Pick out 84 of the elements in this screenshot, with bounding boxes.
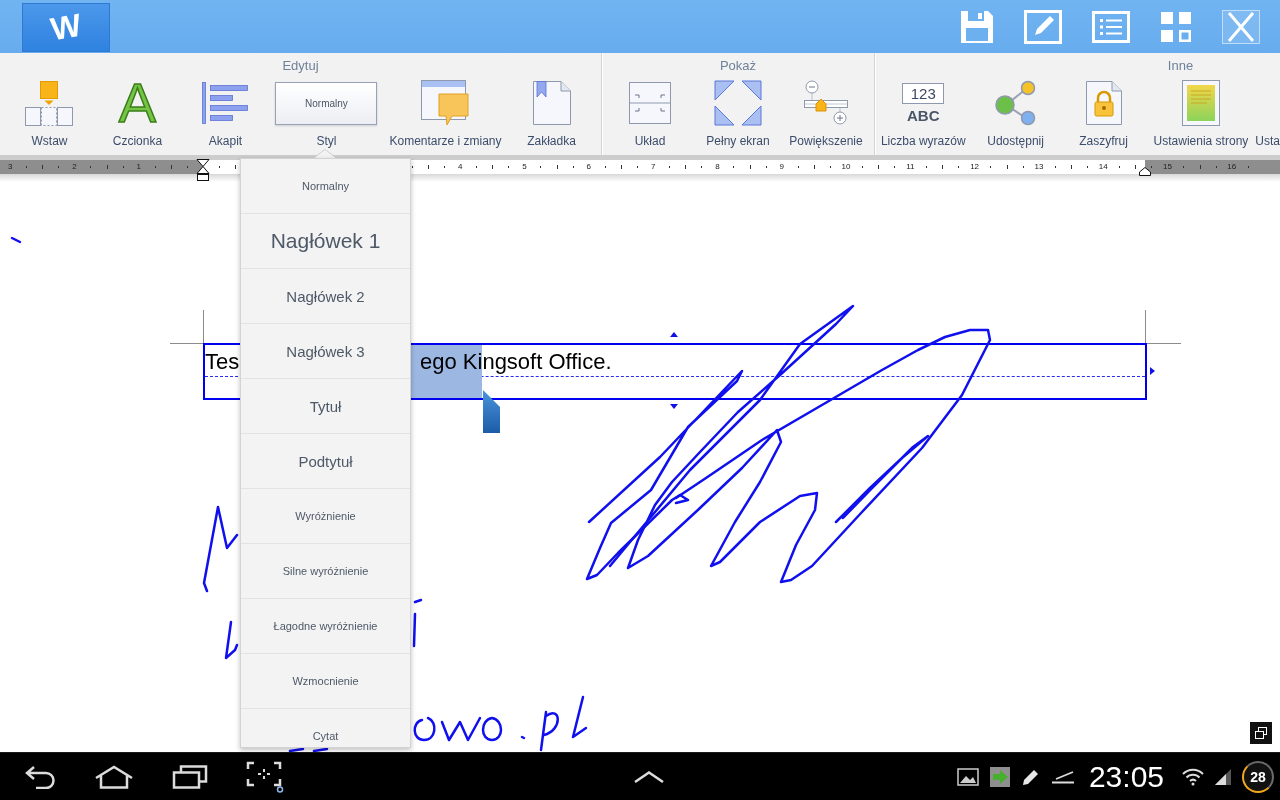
encrypt-button[interactable]: Zaszyfruj — [1065, 79, 1142, 148]
indent-marker-icon[interactable] — [196, 159, 210, 181]
layout-button[interactable]: Układ — [612, 79, 688, 148]
share-icon — [993, 80, 1038, 126]
download-icon — [988, 765, 1011, 788]
style-preview: Normalny — [275, 81, 378, 125]
insert-icon — [25, 80, 74, 126]
ruler-number: 13 — [1034, 162, 1044, 172]
style-option[interactable]: Nagłówek 2 — [241, 269, 410, 324]
battery-indicator: 28 — [1242, 760, 1274, 793]
group-title: Pokaż — [719, 58, 757, 74]
ruler-number: 1 — [136, 162, 141, 172]
writing-line-icon — [1050, 769, 1075, 784]
ruler-number: 2 — [72, 162, 77, 172]
paragraph-icon — [202, 82, 249, 124]
share-button[interactable]: Udostępnij — [977, 79, 1054, 148]
image-icon — [956, 767, 979, 786]
ruler-number: 15 — [1163, 162, 1172, 172]
digits-box: 123 — [902, 82, 945, 104]
style-option[interactable]: Wyróżnienie — [241, 489, 410, 544]
bookmark-button[interactable]: Zakładka — [513, 79, 590, 148]
ruler-number: 3 — [7, 162, 13, 172]
ruler-number: 14 — [1098, 162, 1108, 172]
style-option[interactable]: Silne wyróżnienie — [241, 544, 410, 599]
style-option[interactable]: Łagodne wyróżnienie — [241, 599, 410, 654]
recents-icon[interactable] — [172, 764, 208, 789]
resize-handle-icon[interactable] — [670, 404, 678, 409]
group-title: Inne — [1167, 58, 1194, 74]
style-button[interactable]: Normalny Styl — [275, 79, 378, 148]
style-option[interactable]: Nagłówek 3 — [241, 324, 410, 379]
ruler-number: 12 — [970, 162, 980, 172]
screenshot-icon[interactable] — [246, 760, 284, 793]
style-option[interactable]: Normalny — [241, 159, 410, 214]
home-icon[interactable] — [94, 764, 134, 789]
style-option[interactable]: Tytuł — [241, 379, 410, 434]
word-count-button[interactable]: 123 ABC Liczba wyrazów — [880, 79, 966, 148]
style-option[interactable]: Wzmocnienie — [241, 654, 410, 709]
resize-handle-icon[interactable] — [670, 332, 678, 337]
ruler-number: 8 — [715, 162, 720, 172]
text-run: Tes — [205, 348, 240, 376]
ruler-number: 6 — [586, 162, 592, 172]
chevron-up-icon[interactable] — [634, 770, 664, 783]
group-title: Edytuj — [282, 58, 319, 74]
text-run: ego Ki — [411, 345, 483, 398]
ruler-number: 16 — [1227, 162, 1237, 172]
wifi-icon — [1182, 767, 1204, 786]
ruler-number: 5 — [522, 162, 527, 172]
pen-mark — [412, 598, 423, 648]
insert-button[interactable]: Wstaw — [11, 79, 88, 148]
toolbar-button[interactable]: Usta — [1255, 79, 1280, 148]
pen-mark — [10, 236, 22, 244]
ruler-number: 11 — [906, 162, 915, 172]
page-setup-button[interactable]: Ustawienia strony — [1153, 79, 1249, 148]
zoom-slider-icon — [804, 80, 848, 126]
fullscreen-button[interactable]: Pełny ekran — [700, 79, 776, 148]
ruler-number: 10 — [841, 162, 851, 172]
bookmark-icon — [532, 81, 571, 125]
pen-mark — [288, 747, 329, 752]
font-glyph: A — [118, 79, 157, 127]
comments-button[interactable]: Komentarze i zmiany — [389, 79, 502, 148]
style-option[interactable]: Nagłówek 1 — [241, 214, 410, 269]
corner-mark — [1145, 310, 1181, 344]
indent-marker-icon[interactable] — [1139, 167, 1151, 176]
comments-icon — [421, 80, 470, 126]
ruler-number: 7 — [650, 162, 656, 172]
back-icon[interactable] — [24, 764, 56, 789]
resize-handle-icon[interactable] — [1150, 367, 1155, 375]
zoom-button[interactable]: Powiększenie — [788, 79, 864, 148]
layout-icon — [629, 82, 671, 124]
letters-text: ABC — [907, 107, 940, 124]
page-setup-icon — [1181, 80, 1220, 126]
corner-mark — [170, 310, 204, 344]
paragraph-button[interactable]: Akapit — [187, 79, 264, 148]
ruler-number: 4 — [458, 162, 463, 172]
ruler-number: 9 — [779, 162, 784, 172]
style-option[interactable]: Podtytuł — [241, 434, 410, 489]
selection-handle-icon[interactable] — [483, 390, 500, 433]
fullscreen-icon — [714, 80, 762, 126]
clock-time: 23:05 — [1088, 760, 1164, 793]
signal-icon — [1214, 767, 1232, 786]
restore-icon[interactable] — [1250, 722, 1272, 744]
encrypted-file-icon — [1085, 81, 1122, 125]
text-run: ngsoft Office. — [482, 348, 612, 376]
font-button[interactable]: A Czcionka — [99, 79, 176, 148]
